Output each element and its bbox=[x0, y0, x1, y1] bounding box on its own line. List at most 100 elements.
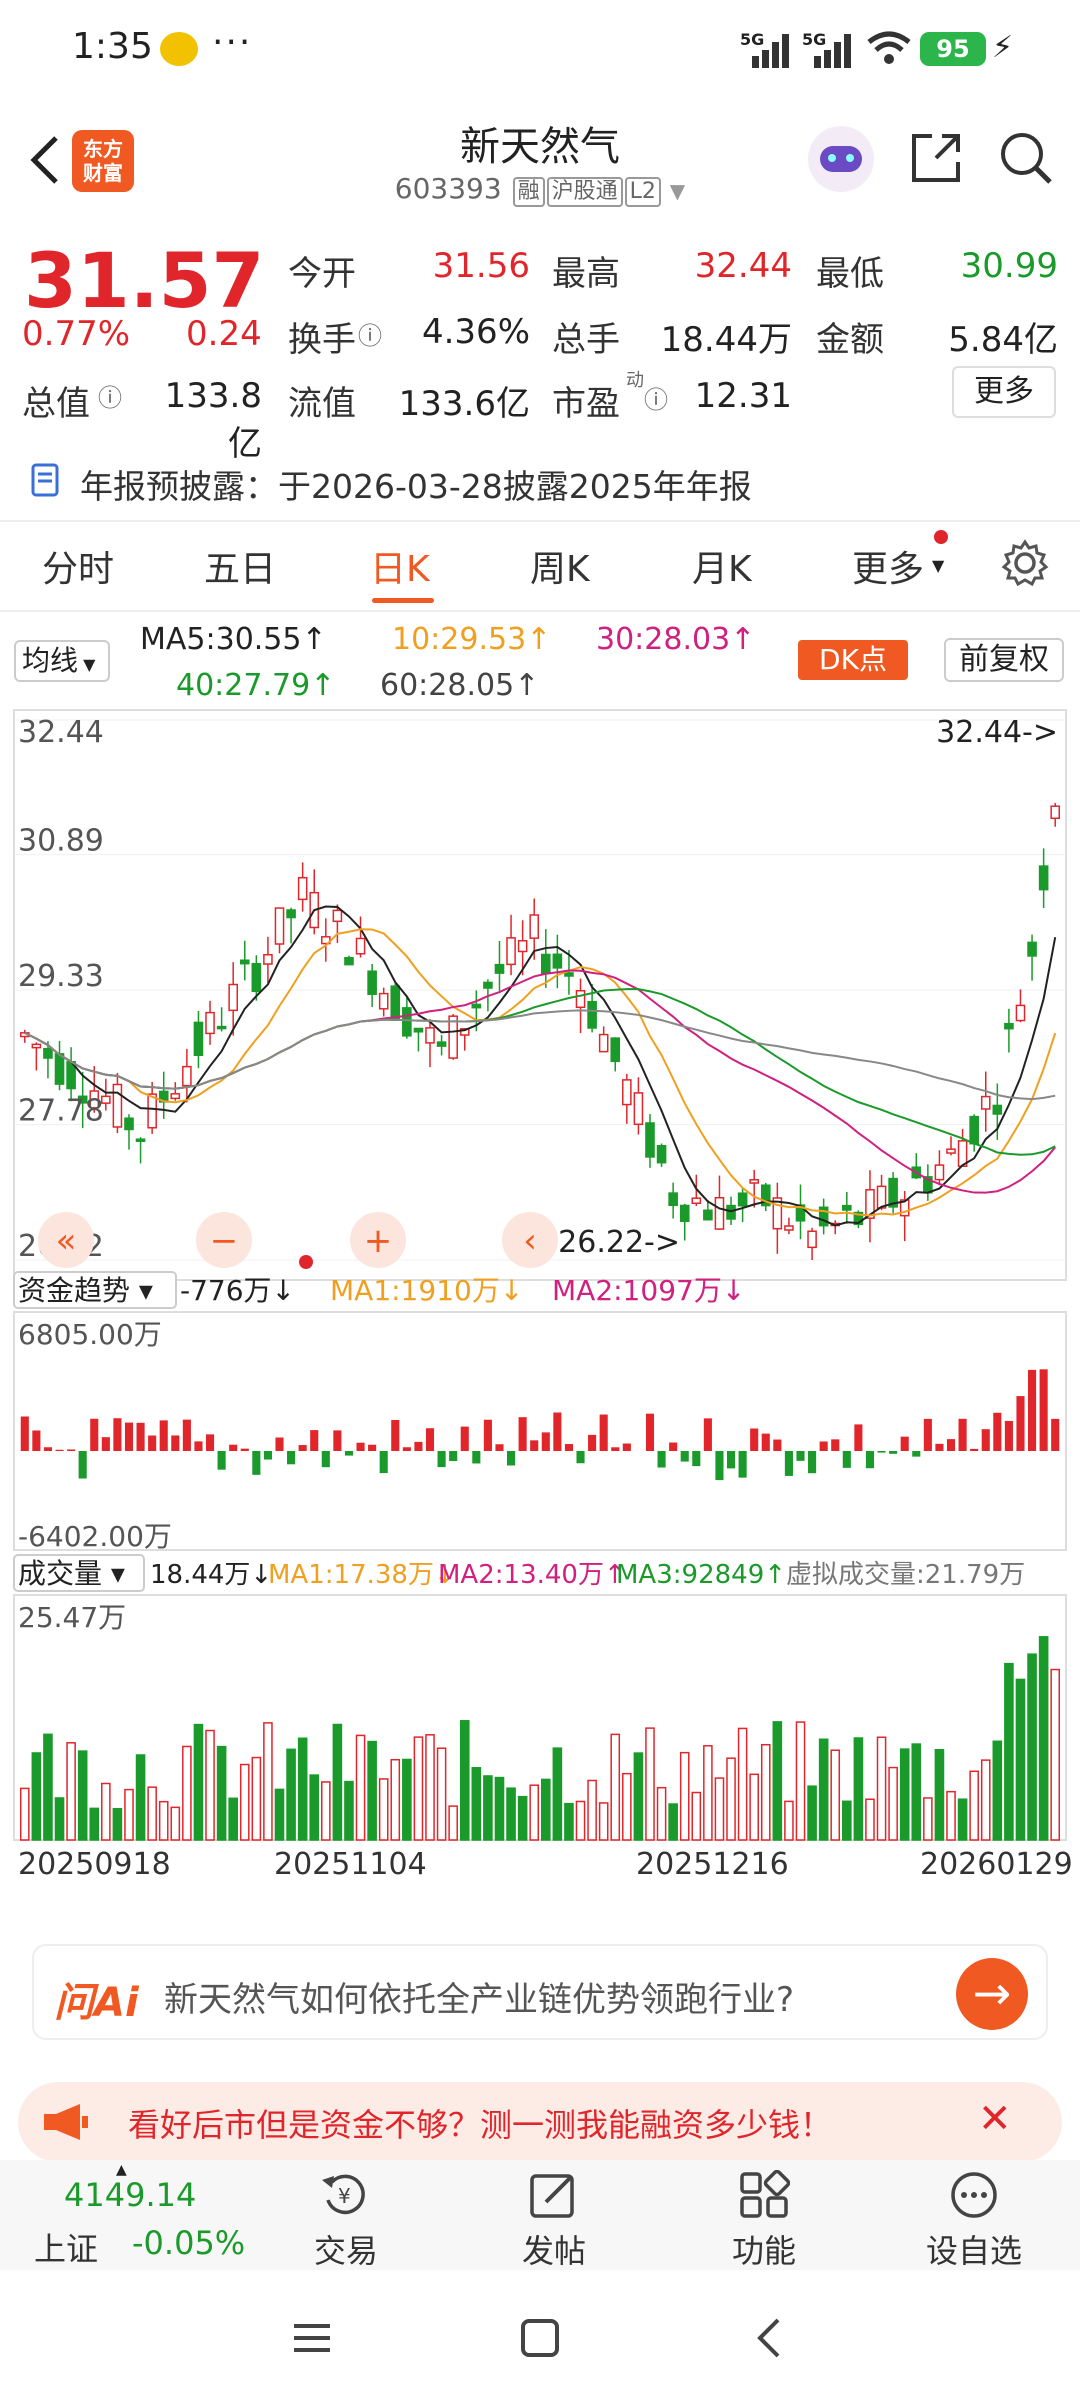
funds-bar bbox=[507, 1451, 516, 1466]
pe-superscript: 动 bbox=[626, 370, 644, 391]
info-icon[interactable]: ⓘ bbox=[98, 378, 122, 413]
back-icon[interactable] bbox=[22, 130, 66, 190]
nav-watchlist[interactable]: 设自选 bbox=[894, 2226, 1054, 2272]
float-value: 133.6亿 bbox=[398, 384, 530, 424]
funds-bar bbox=[356, 1442, 365, 1451]
ma40-value: 40:27.79↑ bbox=[176, 668, 336, 703]
volume-bar bbox=[807, 1785, 817, 1841]
tab-five-day[interactable]: 五日 bbox=[204, 540, 276, 592]
volume-bar bbox=[274, 1788, 285, 1841]
dk-point-button[interactable]: DK点 bbox=[798, 640, 908, 680]
volume-bar bbox=[263, 1722, 273, 1841]
tab-intraday[interactable]: 分时 bbox=[42, 540, 114, 592]
funds-bar bbox=[900, 1436, 909, 1451]
kline-candle bbox=[31, 1043, 42, 1049]
funds-bar bbox=[715, 1451, 724, 1481]
funds-bar bbox=[750, 1428, 759, 1451]
kline-chart[interactable]: 32.4430.8929.3327.7826.2232.44->26.22->«… bbox=[0, 700, 1080, 1920]
tab-daily-k[interactable]: 日K bbox=[370, 540, 430, 592]
info-icon[interactable]: ⓘ bbox=[358, 316, 382, 351]
volume-bar bbox=[251, 1756, 262, 1841]
volume-bar bbox=[575, 1800, 586, 1841]
funds-bar bbox=[321, 1451, 330, 1468]
volume-bar bbox=[957, 1798, 968, 1841]
wifi-icon bbox=[867, 31, 911, 64]
menu-icon[interactable] bbox=[290, 2318, 334, 2358]
kline-candle bbox=[413, 1027, 424, 1033]
tab-weekly-k[interactable]: 周K bbox=[530, 540, 590, 592]
volume-bar bbox=[216, 1745, 227, 1841]
kline-candle bbox=[633, 1092, 644, 1126]
open-value: 31.56 bbox=[432, 246, 530, 286]
ma60-line bbox=[24, 1009, 1056, 1101]
notice-bar[interactable]: 年报预披露：于2026-03-28披露2025年年报 bbox=[0, 448, 1080, 514]
kline-candle bbox=[274, 907, 285, 945]
volume-bar bbox=[1004, 1662, 1014, 1841]
funds-bar bbox=[55, 1449, 64, 1451]
ma-selector[interactable]: 均线 ▼ bbox=[14, 640, 110, 682]
funds-bar bbox=[889, 1451, 898, 1454]
robot-assistant-icon[interactable] bbox=[808, 126, 874, 192]
more-button[interactable]: 更多 bbox=[952, 366, 1056, 418]
kline-candle bbox=[656, 1144, 667, 1164]
home-icon[interactable] bbox=[518, 2316, 562, 2360]
funds-min-label: -6402.00万 bbox=[18, 1520, 172, 1553]
funds-bar bbox=[194, 1441, 203, 1451]
funds-bar bbox=[43, 1447, 52, 1451]
more-dots-icon[interactable] bbox=[894, 2170, 1054, 2231]
index-value[interactable]: 4149.14 bbox=[64, 2176, 196, 2214]
funds-bar bbox=[611, 1447, 620, 1451]
funds-bar bbox=[252, 1451, 261, 1475]
kline-candle bbox=[540, 953, 551, 975]
kline-frame bbox=[13, 709, 1067, 1281]
chart-control-label: ‹ bbox=[523, 1221, 537, 1261]
tag-margin: 融 bbox=[512, 177, 545, 207]
index-change[interactable]: -0.05% bbox=[132, 2224, 245, 2262]
kline-candle bbox=[575, 989, 586, 1009]
trade-icon[interactable]: ¥ bbox=[266, 2170, 426, 2231]
nav-post[interactable]: 发帖 bbox=[474, 2226, 634, 2272]
nav-functions[interactable]: 功能 bbox=[684, 2226, 844, 2272]
volume-bar bbox=[772, 1721, 783, 1841]
signal-icon-2 bbox=[814, 34, 851, 68]
nav-trade[interactable]: 交易 bbox=[266, 2226, 426, 2272]
kline-candle bbox=[726, 1204, 736, 1220]
dropdown-icon[interactable]: ▼ bbox=[670, 179, 685, 203]
kline-candle bbox=[737, 1192, 748, 1207]
kline-candle bbox=[344, 957, 354, 966]
funds-bar bbox=[136, 1422, 145, 1451]
grid-apps-icon[interactable] bbox=[684, 2169, 844, 2231]
index-name[interactable]: 上证 bbox=[34, 2224, 98, 2270]
funds-bar bbox=[402, 1447, 411, 1451]
volume-bar bbox=[691, 1791, 702, 1841]
date-label: 20251216 bbox=[636, 1847, 789, 1882]
ma30-line bbox=[24, 969, 1056, 1194]
chart-control-label: + bbox=[364, 1221, 393, 1261]
arrow-right-icon[interactable]: → bbox=[956, 1958, 1028, 2030]
kline-candle bbox=[1004, 1022, 1014, 1030]
kline-candle bbox=[378, 992, 389, 1010]
edit-post-icon[interactable] bbox=[474, 2170, 634, 2231]
ma5-line bbox=[24, 905, 1057, 1227]
settings-gear-icon[interactable] bbox=[1000, 538, 1050, 588]
turnover-value: 4.36% bbox=[421, 312, 530, 352]
ai-question[interactable]: 新天然气如何依托全产业链优势领跑行业? bbox=[164, 1972, 794, 2021]
volume-bar bbox=[205, 1729, 215, 1841]
share-icon[interactable] bbox=[906, 128, 966, 188]
promo-banner[interactable]: 看好后市但是资金不够？测一测我能融资多少钱！ ✕ bbox=[18, 2082, 1062, 2162]
close-icon[interactable]: ✕ bbox=[978, 2096, 1012, 2142]
kline-candle bbox=[1038, 865, 1049, 891]
forward-adjust-button[interactable]: 前复权 bbox=[944, 638, 1064, 682]
info-icon[interactable]: ⓘ bbox=[644, 380, 668, 415]
funds-bar bbox=[680, 1451, 689, 1462]
tab-monthly-k[interactable]: 月K bbox=[692, 540, 752, 592]
funds-bar bbox=[113, 1418, 122, 1451]
search-icon[interactable] bbox=[996, 128, 1056, 188]
ai-question-bar[interactable]: 问Ai 新天然气如何依托全产业链优势领跑行业? → bbox=[32, 1944, 1048, 2040]
funds-bar bbox=[958, 1418, 967, 1451]
volume-bar bbox=[390, 1758, 401, 1841]
back-nav-icon[interactable] bbox=[752, 2316, 788, 2360]
funds-bar bbox=[495, 1444, 504, 1451]
y-axis-label: 32.44 bbox=[18, 715, 104, 750]
tab-more[interactable]: 更多 bbox=[852, 540, 924, 592]
